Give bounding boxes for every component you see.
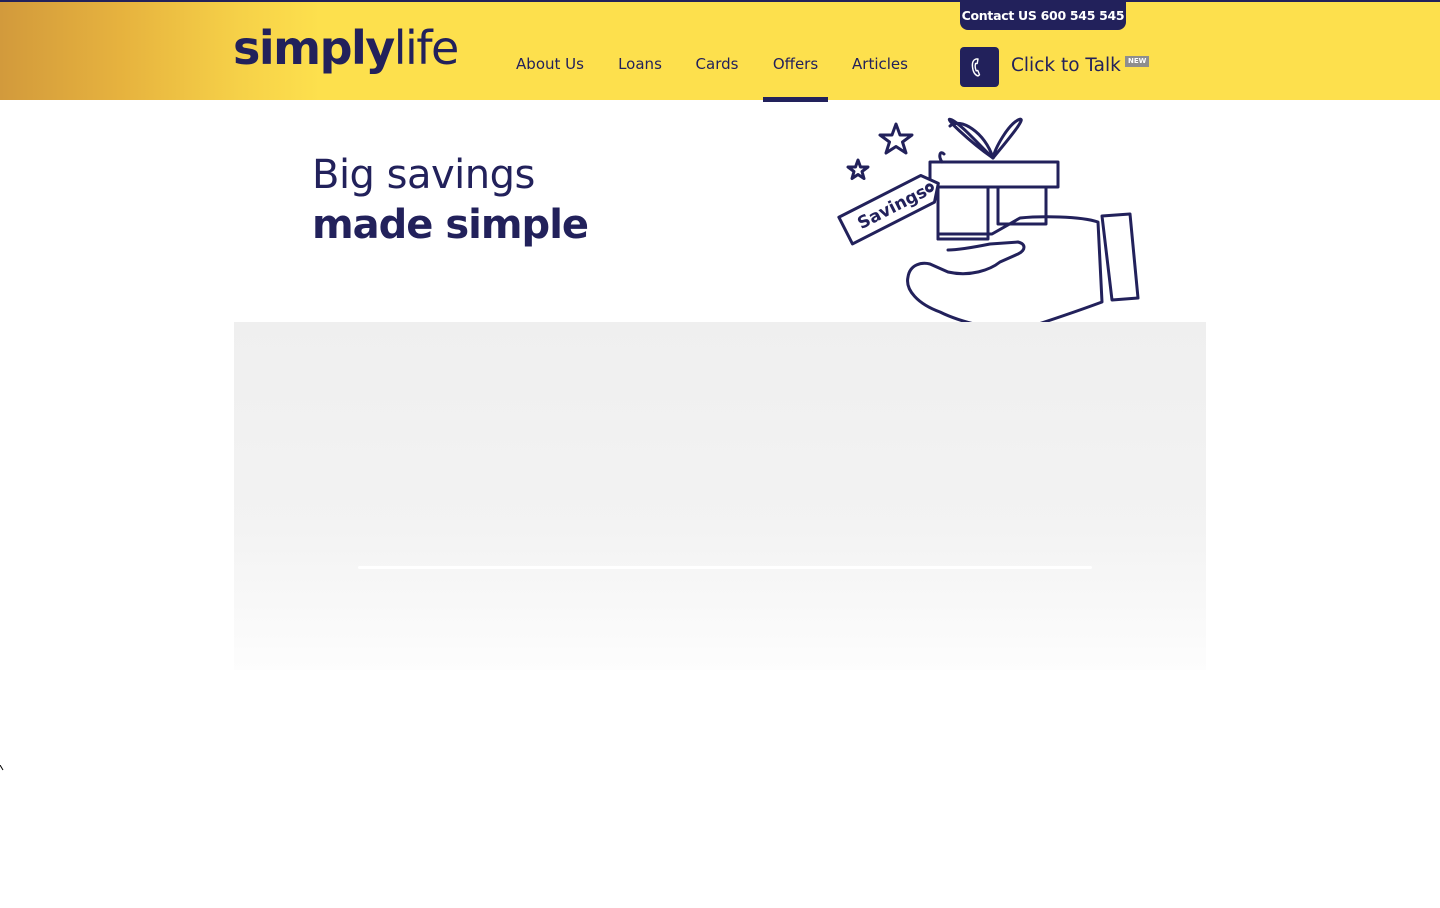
contact-us-button[interactable]: Contact US 600 545 545	[960, 2, 1126, 30]
offers-content-panel	[234, 322, 1206, 670]
phone-icon	[960, 47, 999, 87]
new-badge: NEW	[1125, 56, 1150, 67]
nav-item-articles[interactable]: Articles	[844, 2, 916, 102]
click-to-talk-label: Click to Talk	[1011, 55, 1121, 76]
gift-on-hand-illustration: Savings	[830, 112, 1150, 337]
nav-item-loans[interactable]: Loans	[608, 2, 672, 102]
logo-text-light: life	[393, 21, 460, 75]
panel-divider	[358, 566, 1092, 569]
logo-text-bold: simply	[233, 21, 395, 75]
hero-heading-line1: Big savings	[312, 152, 535, 198]
nav-item-about-us[interactable]: About Us	[500, 2, 600, 102]
hero-heading-line2: made simple	[312, 202, 589, 248]
star-icon-small	[846, 158, 870, 180]
simplylife-logo[interactable]: simplylife	[233, 20, 460, 76]
stray-cursor-mark	[0, 756, 4, 771]
site-header: simplylife About Us Loans Cards Offers A…	[0, 0, 1440, 102]
star-icon	[878, 122, 914, 155]
nav-item-offers[interactable]: Offers	[763, 2, 828, 102]
nav-item-cards[interactable]: Cards	[684, 2, 750, 102]
